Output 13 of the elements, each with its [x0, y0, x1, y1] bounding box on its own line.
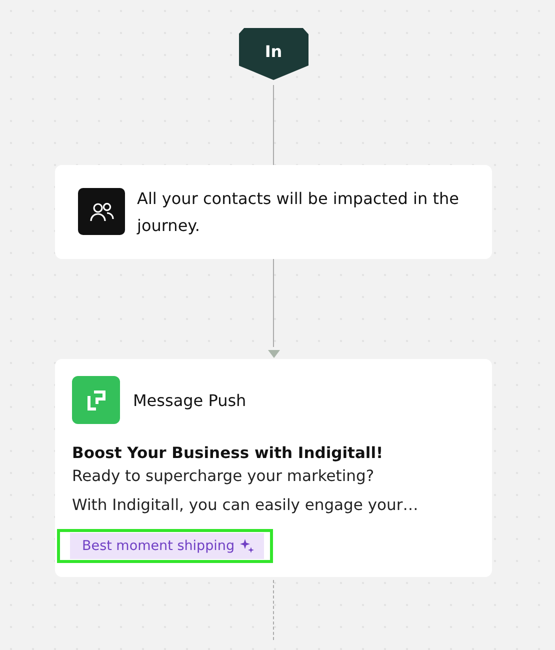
start-node[interactable]: In	[238, 28, 308, 80]
message-headline: Boost Your Business with Indigitall!	[72, 444, 384, 462]
shipping-tag[interactable]: Best moment shipping	[70, 533, 264, 559]
message-icon	[72, 376, 120, 424]
message-line: With Indigitall, you can easily engage your…	[72, 495, 420, 516]
arrow-head-icon	[266, 347, 280, 359]
sparkle-icon	[240, 539, 254, 553]
message-line: Ready to supercharge your marketing?	[72, 466, 376, 487]
message-card[interactable]: Message Push Boost Your Business with Indigitall! Ready to supercharge your marketing? With Indigitall, you can easily engage your… Best moment shipping	[55, 359, 492, 577]
card-title: Message Push	[133, 390, 246, 410]
audience-card[interactable]: All your contacts will be impacted in the journey.	[55, 165, 492, 259]
people-icon	[78, 188, 125, 235]
audience-text: All your contacts will be impacted in the journey.	[137, 188, 460, 237]
